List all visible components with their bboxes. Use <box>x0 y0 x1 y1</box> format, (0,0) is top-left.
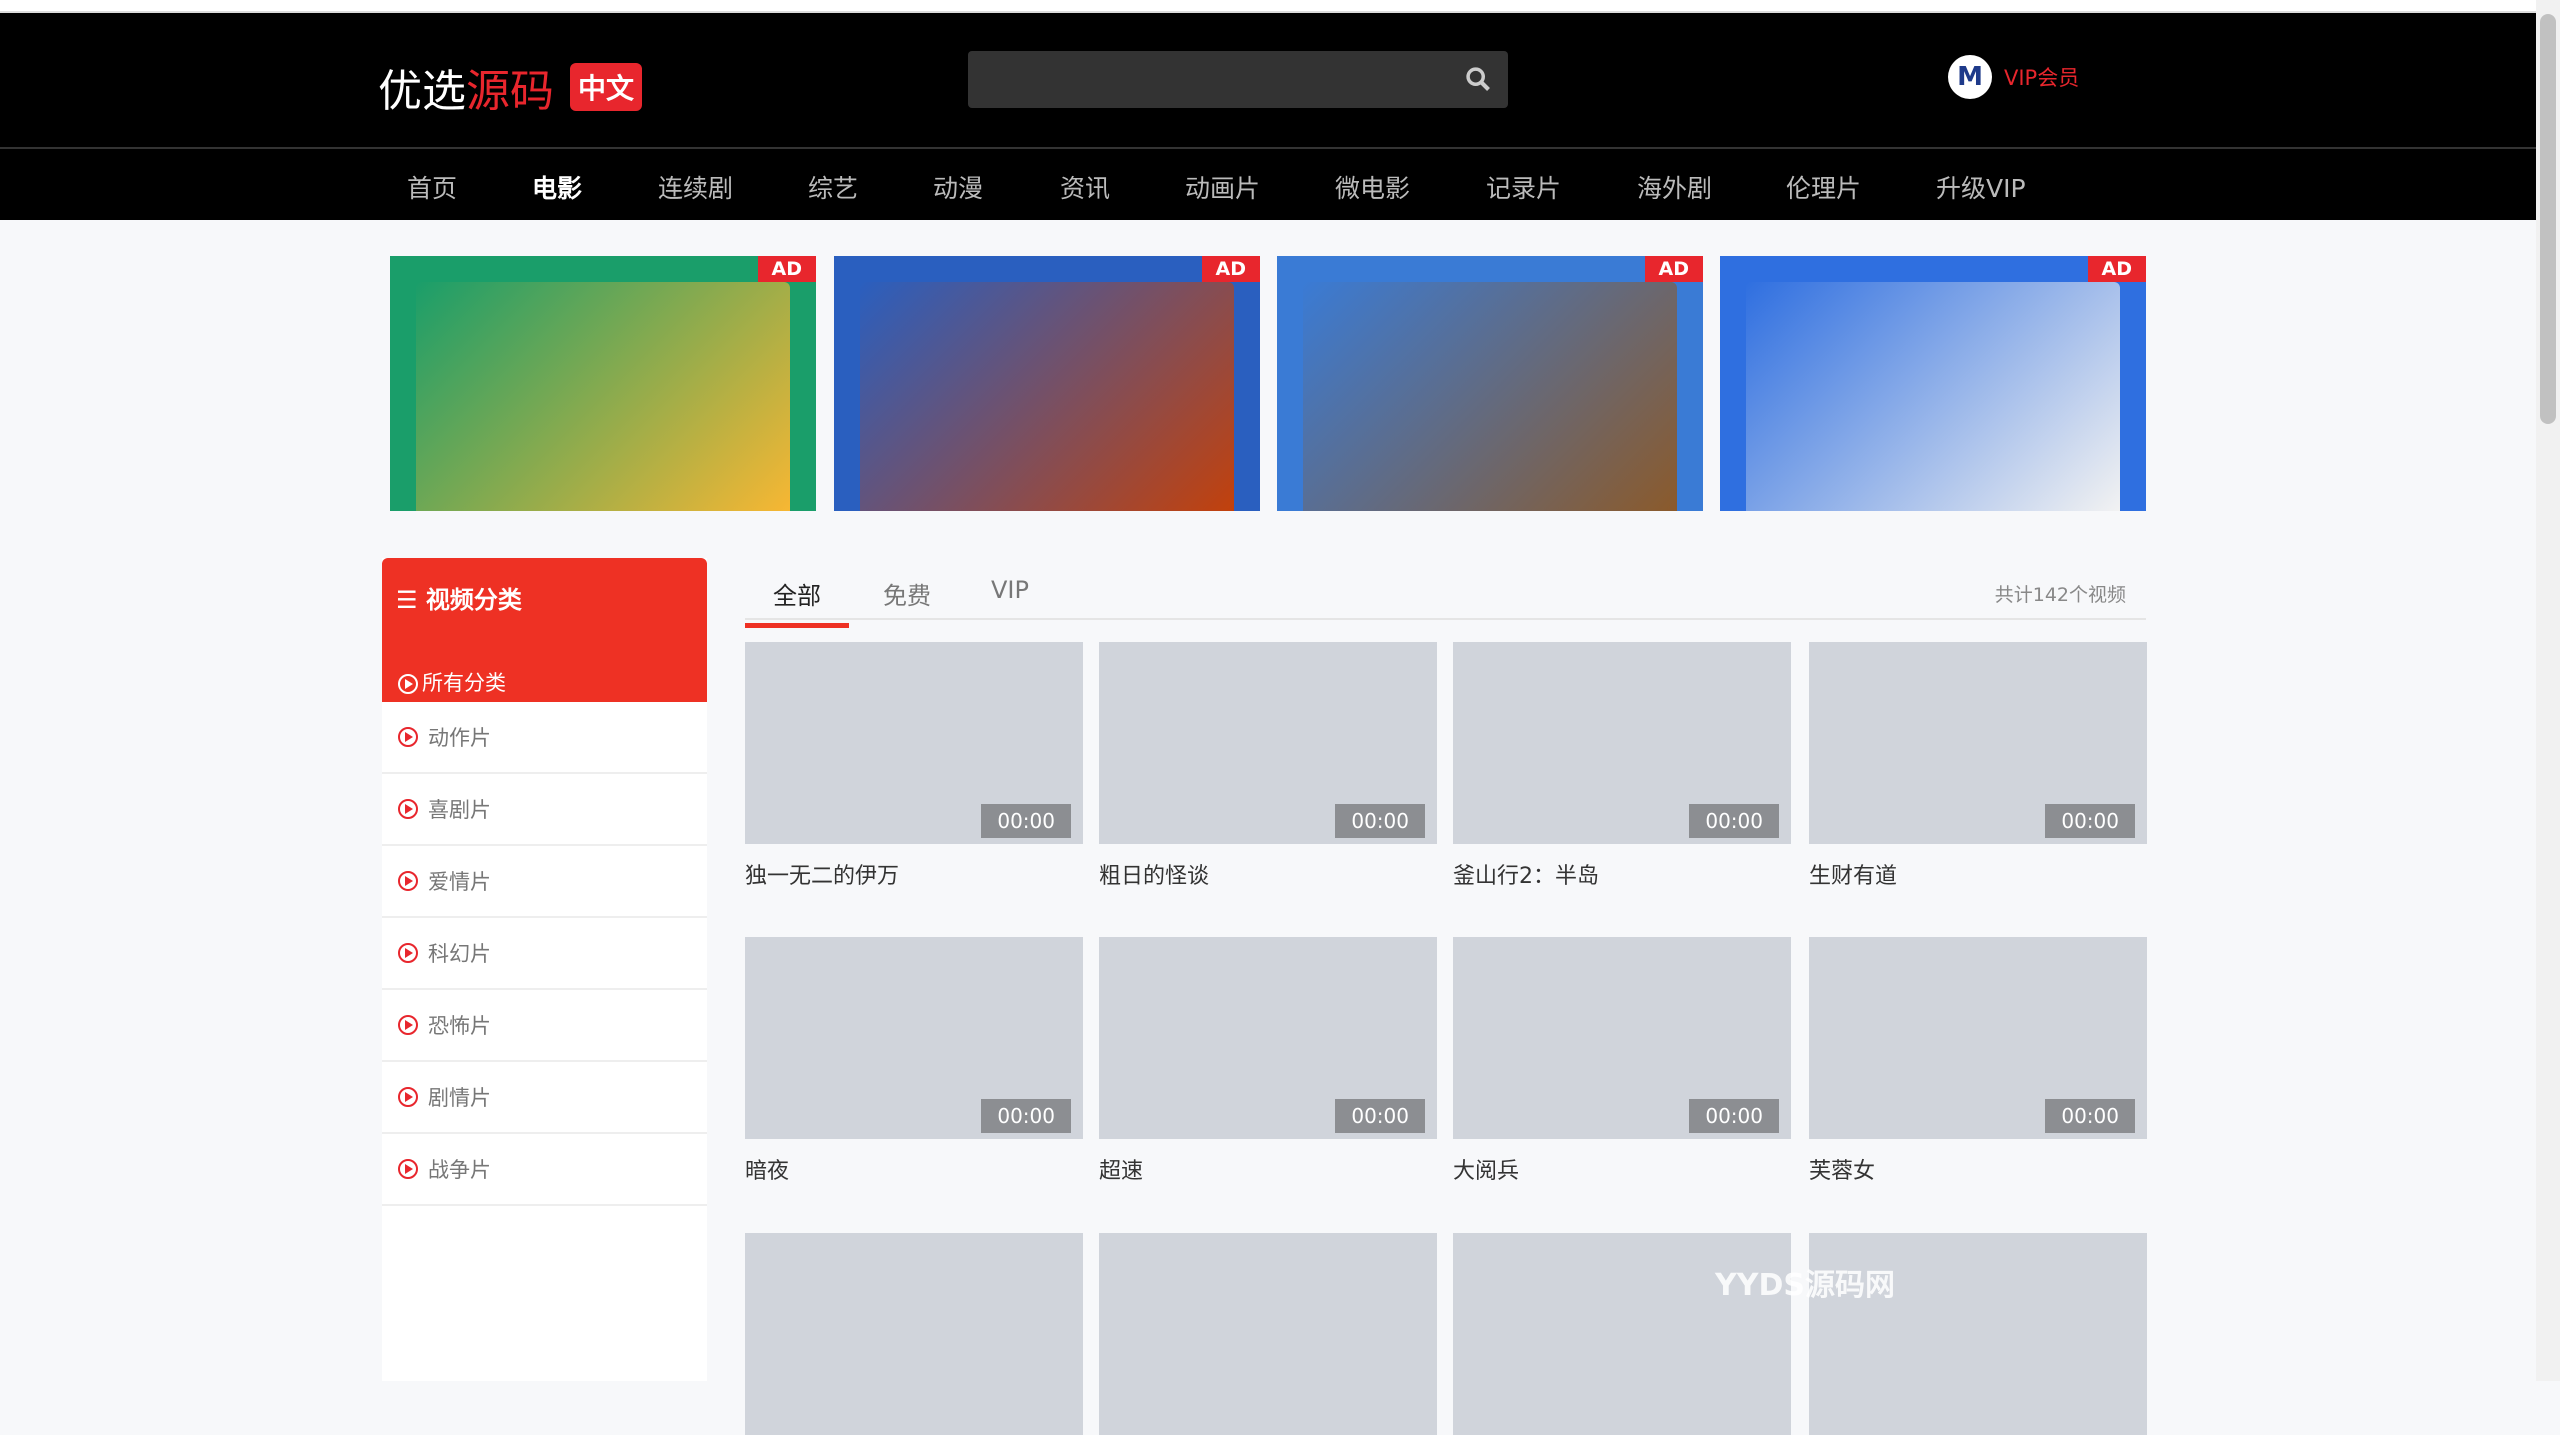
play-circle-icon <box>398 1087 418 1107</box>
video-card[interactable]: 00:00 粗日的怪谈 <box>1099 642 1437 890</box>
sidebar-item[interactable]: 科幻片 <box>382 918 707 990</box>
video-title[interactable]: 芙蓉女 <box>1809 1153 2147 1185</box>
video-title[interactable]: 超速 <box>1099 1153 1437 1185</box>
main-nav: 首页 电影 连续剧 综艺 动漫 资讯 动画片 微电影 记录片 海外剧 伦理片 升级VIP <box>0 147 2536 220</box>
duration-badge: 00:00 <box>2045 804 2135 838</box>
vip-label: VIP会员 <box>2004 66 2080 90</box>
duration-badge: 00:00 <box>2045 1099 2135 1133</box>
play-circle-icon <box>398 871 418 891</box>
ad-banner[interactable]: AD <box>1277 256 1703 511</box>
nav-item[interactable]: 连续剧 <box>658 169 733 205</box>
nav-item[interactable]: 资讯 <box>1060 169 1110 205</box>
video-thumbnail[interactable]: 00:00 <box>1453 642 1791 844</box>
ad-tag: AD <box>1644 256 1703 282</box>
ad-banner[interactable]: AD <box>1720 256 2146 511</box>
category-sidebar: ☰ 视频分类 所有分类 动作片 喜剧片 爱情片 科幻片 恐怖片 剧情片 战争片 <box>382 558 707 1381</box>
sidebar-item[interactable]: 动作片 <box>382 702 707 774</box>
sidebar-item[interactable]: 爱情片 <box>382 846 707 918</box>
ad-tag: AD <box>2087 256 2146 282</box>
video-thumbnail[interactable]: 00:00 <box>745 937 1083 1139</box>
play-circle-icon <box>398 674 418 694</box>
nav-item[interactable]: 首页 <box>407 169 457 205</box>
play-circle-icon <box>398 943 418 963</box>
ad-banner[interactable]: AD <box>390 256 816 511</box>
logo-text: 优选 <box>378 66 466 117</box>
video-thumbnail[interactable]: 00:00 <box>745 642 1083 844</box>
video-card[interactable]: 00:00 生财有道 <box>1809 642 2147 890</box>
nav-item[interactable]: 电影 <box>532 169 582 205</box>
video-thumbnail[interactable]: 00:00 <box>1809 642 2147 844</box>
video-thumbnail[interactable]: 00:00 <box>1453 937 1791 1139</box>
video-card[interactable]: 00:00 暗夜 <box>745 937 1083 1185</box>
video-card[interactable]: 00:00 大阅兵 <box>1453 937 1791 1185</box>
video-card[interactable]: 00:00 芙蓉女 <box>1809 937 2147 1185</box>
play-circle-icon <box>398 1015 418 1035</box>
site-header: 优选源码 中文 M VIP会员 <box>0 13 2536 147</box>
video-title[interactable]: 生财有道 <box>1809 858 2147 890</box>
vip-member-link[interactable]: M VIP会员 <box>1948 55 2079 99</box>
tab-all[interactable]: 全部 <box>745 576 849 628</box>
nav-item[interactable]: 记录片 <box>1486 169 1561 205</box>
duration-badge: 00:00 <box>981 804 1071 838</box>
video-thumbnail[interactable] <box>1099 1233 1437 1435</box>
logo-badge: 中文 <box>570 63 643 111</box>
video-title[interactable]: 粗日的怪谈 <box>1099 858 1437 890</box>
nav-item[interactable]: 动漫 <box>933 169 983 205</box>
sidebar-title: ☰ 视频分类 <box>396 586 522 614</box>
video-title[interactable]: 釜山行2：半岛 <box>1453 858 1791 890</box>
avatar: M <box>1948 55 1992 99</box>
sidebar-item[interactable]: 喜剧片 <box>382 774 707 846</box>
browser-top-strip <box>0 0 2536 13</box>
nav-item[interactable]: 伦理片 <box>1786 169 1861 205</box>
duration-badge: 00:00 <box>981 1099 1071 1133</box>
logo-text-red: 源码 <box>466 66 554 117</box>
play-circle-icon <box>398 727 418 747</box>
search-icon[interactable] <box>1464 65 1492 93</box>
ad-image <box>860 282 1234 511</box>
video-card[interactable]: 00:00 釜山行2：半岛 <box>1453 642 1791 890</box>
video-thumbnail[interactable]: 00:00 <box>1099 937 1437 1139</box>
tab-free[interactable]: 免费 <box>883 576 931 611</box>
scrollbar-thumb[interactable] <box>2540 14 2556 424</box>
video-thumbnail[interactable]: 00:00 <box>1099 642 1437 844</box>
video-thumbnail[interactable]: 00:00 <box>1809 937 2147 1139</box>
search-input[interactable] <box>968 51 1508 108</box>
ad-tag: AD <box>1201 256 1260 282</box>
nav-item[interactable]: 升级VIP <box>1936 169 2026 205</box>
video-title[interactable]: 大阅兵 <box>1453 1153 1791 1185</box>
duration-badge: 00:00 <box>1335 804 1425 838</box>
sidebar-item[interactable]: 剧情片 <box>382 1062 707 1134</box>
video-thumbnail[interactable] <box>745 1233 1083 1435</box>
sidebar-item-all[interactable]: 所有分类 <box>382 637 707 697</box>
site-logo[interactable]: 优选源码 中文 <box>378 55 643 119</box>
filter-tabs: 全部 免费 VIP 共计142个视频 <box>745 570 2146 628</box>
nav-item[interactable]: 动画片 <box>1185 169 1260 205</box>
duration-badge: 00:00 <box>1335 1099 1425 1133</box>
play-circle-icon <box>398 799 418 819</box>
video-title[interactable]: 暗夜 <box>745 1153 1083 1185</box>
video-card[interactable]: 00:00 独一无二的伊万 <box>745 642 1083 890</box>
ad-tag: AD <box>757 256 816 282</box>
scrollbar[interactable] <box>2536 0 2560 1381</box>
duration-badge: 00:00 <box>1689 804 1779 838</box>
ad-image <box>416 282 790 511</box>
play-circle-icon <box>398 1159 418 1179</box>
list-icon: ☰ <box>396 586 426 614</box>
nav-item[interactable]: 综艺 <box>808 169 858 205</box>
sidebar-item[interactable]: 战争片 <box>382 1134 707 1206</box>
video-card[interactable]: 00:00 超速 <box>1099 937 1437 1185</box>
duration-badge: 00:00 <box>1689 1099 1779 1133</box>
nav-item[interactable]: 微电影 <box>1335 169 1410 205</box>
watermark: YYDS源码网 <box>1715 1268 1895 1303</box>
video-title[interactable]: 独一无二的伊万 <box>745 858 1083 890</box>
ad-banner[interactable]: AD <box>834 256 1260 511</box>
video-count: 共计142个视频 <box>1994 584 2126 606</box>
tab-vip[interactable]: VIP <box>991 576 1029 604</box>
ad-image <box>1746 282 2120 511</box>
ad-image <box>1303 282 1677 511</box>
video-card[interactable] <box>1099 1233 1437 1435</box>
nav-item[interactable]: 海外剧 <box>1637 169 1712 205</box>
sidebar-item[interactable]: 恐怖片 <box>382 990 707 1062</box>
video-card[interactable] <box>745 1233 1083 1435</box>
